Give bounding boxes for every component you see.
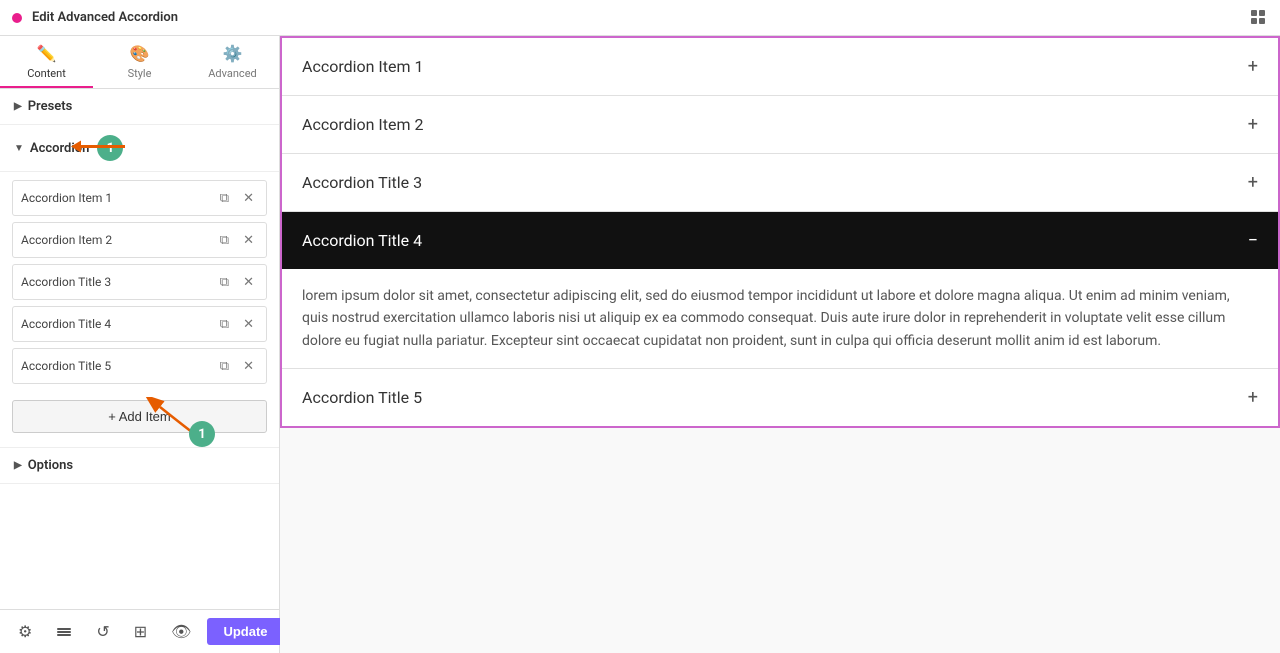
- accordion-item-1: Accordion Item 1 +: [282, 38, 1278, 96]
- content-accordion: Accordion Item 1 + Accordion Item 2 + Ac…: [280, 36, 1280, 428]
- item-actions: ⧉ ✕: [216, 314, 258, 334]
- accordion-title-2: Accordion Item 2: [302, 115, 424, 134]
- copy-item-button[interactable]: ⧉: [216, 230, 233, 250]
- list-item: Accordion Item 2 ⧉ ✕: [12, 222, 267, 258]
- accordion-item-5: Accordion Title 5 +: [282, 369, 1278, 426]
- accordion-section-header[interactable]: ▼ Accordion 1: [0, 125, 279, 172]
- list-item-label: Accordion Title 3: [21, 275, 216, 289]
- eye-icon-button[interactable]: 👁: [163, 618, 199, 646]
- grid-icon[interactable]: [1250, 9, 1268, 27]
- tab-style-label: Style: [128, 67, 152, 80]
- main-layout: ✏️ Content 🎨 Style ⚙️ Advanced ▶ Presets: [0, 36, 1280, 653]
- app-logo-dot: [12, 13, 22, 23]
- settings-icon-button[interactable]: ⚙: [10, 618, 40, 646]
- accordion-header-3[interactable]: Accordion Title 3 +: [282, 154, 1278, 211]
- delete-item-button[interactable]: ✕: [239, 272, 258, 292]
- content-area: Accordion Item 1 + Accordion Item 2 + Ac…: [280, 36, 1280, 653]
- tab-content[interactable]: ✏️ Content: [0, 36, 93, 88]
- add-item-button[interactable]: + Add Item: [12, 400, 267, 433]
- options-section-header[interactable]: ▶ Options: [0, 448, 279, 484]
- options-label: Options: [28, 458, 73, 473]
- accordion-body-4: lorem ipsum dolor sit amet, consectetur …: [282, 269, 1278, 368]
- delete-item-button[interactable]: ✕: [239, 356, 258, 376]
- sidebar: ✏️ Content 🎨 Style ⚙️ Advanced ▶ Presets: [0, 36, 280, 653]
- accordion-toggle-4: −: [1248, 230, 1258, 251]
- add-item-label: + Add Item: [108, 409, 171, 424]
- accordion-annotation-badge: 1: [97, 135, 123, 161]
- add-item-area: + Add Item: [0, 392, 279, 447]
- list-item-label: Accordion Item 1: [21, 191, 216, 205]
- delete-item-button[interactable]: ✕: [239, 314, 258, 334]
- tab-advanced[interactable]: ⚙️ Advanced: [186, 36, 279, 88]
- bottom-toolbar: ⚙ ↺ ⊞ 👁 Update ▲: [0, 609, 279, 653]
- accordion-toggle-2: +: [1248, 114, 1258, 135]
- accordion-header-5[interactable]: Accordion Title 5 +: [282, 369, 1278, 426]
- layers-icon-button[interactable]: [48, 620, 80, 644]
- update-button[interactable]: Update: [207, 618, 283, 645]
- accordion-header-1[interactable]: Accordion Item 1 +: [282, 38, 1278, 95]
- copy-item-button[interactable]: ⧉: [216, 188, 233, 208]
- accordion-title-5: Accordion Title 5: [302, 388, 422, 407]
- options-arrow-icon: ▶: [14, 460, 22, 471]
- tab-advanced-label: Advanced: [208, 67, 256, 80]
- options-section: ▶ Options: [0, 447, 279, 484]
- top-bar: Edit Advanced Accordion: [0, 0, 1280, 36]
- item-actions: ⧉ ✕: [216, 230, 258, 250]
- presets-arrow-icon: ▶: [14, 101, 22, 112]
- style-tab-icon: 🎨: [130, 44, 150, 63]
- page-title: Edit Advanced Accordion: [32, 10, 178, 25]
- list-item-label: Accordion Item 2: [21, 233, 216, 247]
- tab-style[interactable]: 🎨 Style: [93, 36, 186, 88]
- advanced-tab-icon: ⚙️: [223, 44, 243, 63]
- copy-item-button[interactable]: ⧉: [216, 314, 233, 334]
- accordion-title-1: Accordion Item 1: [302, 57, 424, 76]
- presets-section-header[interactable]: ▶ Presets: [0, 89, 279, 125]
- accordion-body-text-4: lorem ipsum dolor sit amet, consectetur …: [302, 285, 1258, 352]
- accordion-items-list: Accordion Item 1 ⧉ ✕ Accordion Item 2 ⧉ …: [0, 172, 279, 392]
- list-item: Accordion Title 4 ⧉ ✕: [12, 306, 267, 342]
- accordion-title-3: Accordion Title 3: [302, 173, 422, 192]
- accordion-item-4: Accordion Title 4 − lorem ipsum dolor si…: [282, 212, 1278, 369]
- accordion-toggle-3: +: [1248, 172, 1258, 193]
- list-item: Accordion Title 5 ⧉ ✕: [12, 348, 267, 384]
- template-icon-button[interactable]: ⊞: [126, 618, 155, 646]
- copy-item-button[interactable]: ⧉: [216, 272, 233, 292]
- list-item-label: Accordion Title 5: [21, 359, 216, 373]
- history-icon-button[interactable]: ↺: [88, 618, 117, 646]
- accordion-title-4: Accordion Title 4: [302, 231, 422, 250]
- sidebar-tabs: ✏️ Content 🎨 Style ⚙️ Advanced: [0, 36, 279, 89]
- accordion-collapse-icon: ▼: [14, 143, 24, 154]
- list-item: Accordion Item 1 ⧉ ✕: [12, 180, 267, 216]
- accordion-item-2: Accordion Item 2 +: [282, 96, 1278, 154]
- item-actions: ⧉ ✕: [216, 356, 258, 376]
- item-actions: ⧉ ✕: [216, 188, 258, 208]
- delete-item-button[interactable]: ✕: [239, 230, 258, 250]
- accordion-item-3: Accordion Title 3 +: [282, 154, 1278, 212]
- accordion-toggle-1: +: [1248, 56, 1258, 77]
- item-actions: ⧉ ✕: [216, 272, 258, 292]
- list-item: Accordion Title 3 ⧉ ✕: [12, 264, 267, 300]
- presets-label: Presets: [28, 99, 73, 114]
- accordion-toggle-5: +: [1248, 387, 1258, 408]
- accordion-section: ▼ Accordion 1 Accordion Item 1 ⧉: [0, 125, 279, 447]
- accordion-header-2[interactable]: Accordion Item 2 +: [282, 96, 1278, 153]
- list-item-label: Accordion Title 4: [21, 317, 216, 331]
- delete-item-button[interactable]: ✕: [239, 188, 258, 208]
- sidebar-content: ▶ Presets ▼ Accordion 1: [0, 89, 279, 609]
- accordion-section-label: Accordion: [30, 141, 89, 156]
- content-tab-icon: ✏️: [37, 44, 57, 63]
- copy-item-button[interactable]: ⧉: [216, 356, 233, 376]
- accordion-header-4[interactable]: Accordion Title 4 −: [282, 212, 1278, 269]
- tab-content-label: Content: [27, 67, 66, 80]
